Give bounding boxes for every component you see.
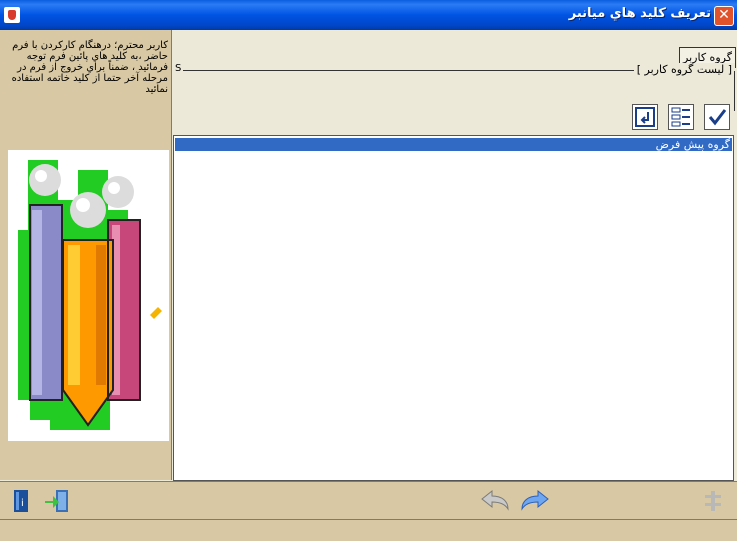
help-text: کاربر محترم؛ درهنگام کارکردن با فرم حاضر… [11,40,168,95]
frame-marker: S [173,63,184,74]
title-bar: تعريف کليد هاي ميانبر ✕ [0,0,737,30]
undo-button[interactable] [478,487,509,515]
check-icon [708,109,727,126]
tree-icon [705,491,721,511]
users-illustration [8,150,169,441]
return-button[interactable] [632,104,658,130]
status-bar [0,519,737,541]
user-group-list[interactable]: گروه پيش فرض [173,135,734,481]
list-item[interactable]: گروه پيش فرض [175,138,732,151]
return-icon [635,107,655,127]
frame-edge [734,71,735,111]
user-group-list-label: [ ليست گروه کاربر ] [633,63,735,76]
exit-button[interactable] [42,487,72,515]
help-book-icon: i [14,490,28,512]
window-title: تعريف کليد هاي ميانبر [568,6,711,21]
confirm-button[interactable] [704,104,730,130]
app-icon[interactable] [4,7,20,23]
exit-door-icon [45,490,68,512]
help-button[interactable]: i [10,487,40,515]
bottom-toolbar: i [0,481,737,520]
undo-icon [481,489,509,511]
list-view-button[interactable] [668,104,694,130]
tree-button[interactable] [698,487,728,515]
user-group-icon [18,160,162,430]
left-panel: کاربر محترم؛ درهنگام کارکردن با فرم حاضر… [0,30,172,480]
close-button[interactable]: ✕ [714,6,734,26]
redo-button[interactable] [518,487,549,515]
list-icon [671,107,690,127]
redo-icon [521,489,549,511]
svg-text:i: i [21,498,24,509]
